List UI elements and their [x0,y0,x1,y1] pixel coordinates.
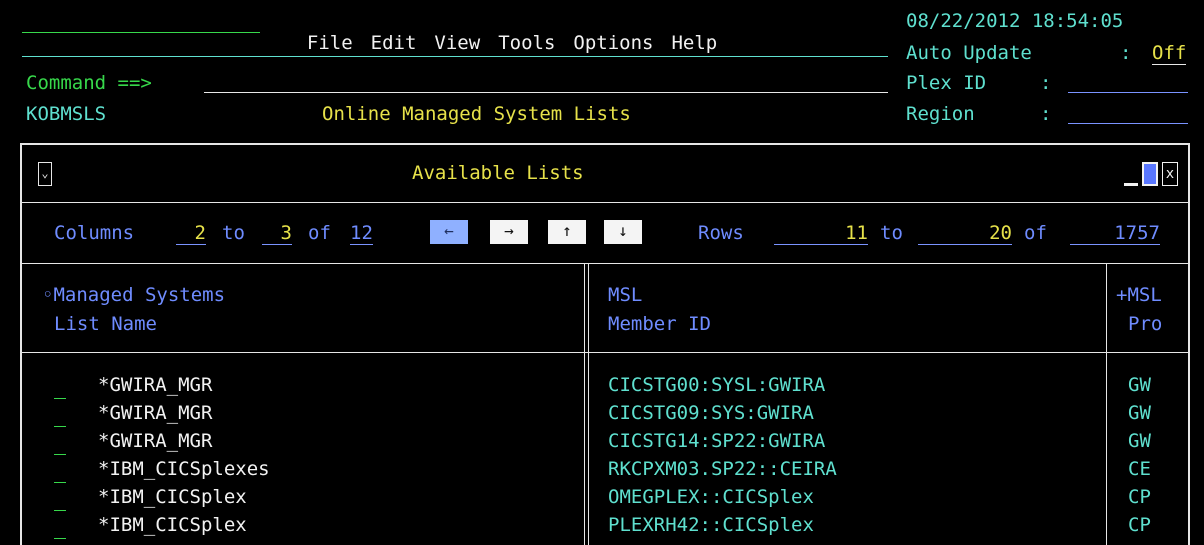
rows-total: 1757 [1070,222,1160,245]
rows-from-input[interactable]: 11 [774,222,868,245]
auto-update-sep: : [1120,42,1132,64]
column-splitter-1b [588,264,589,545]
menu-edit[interactable]: Edit [371,32,417,54]
rows-of-word: of [1024,222,1047,244]
columns-to-input[interactable]: 3 [262,222,292,245]
menu-file[interactable]: File [307,32,353,54]
rows-to-word: to [880,222,903,244]
columns-to-word: to [222,222,245,244]
col-header-member-1: MSL [608,284,643,306]
row-select-field[interactable] [54,518,66,539]
col-header-pro-2: Pro [1128,313,1163,335]
list-name-cell: *GWIRA_MGR [98,374,213,396]
pro-cell: GW [1128,430,1151,452]
columns-from-input[interactable]: 2 [176,222,206,245]
available-lists-window [20,143,1190,545]
maximize-icon[interactable] [1142,162,1158,186]
command-input[interactable] [204,72,888,93]
scroll-up-button[interactable]: ↑ [548,220,586,244]
auto-update-label: Auto Update [906,42,1032,64]
col-header-member-2: Member ID [608,313,711,335]
pro-cell: CP [1128,486,1151,508]
row-select-field[interactable] [54,490,66,511]
pro-cell: CE [1128,458,1151,480]
popup-title: Available Lists [412,162,584,184]
plex-id-input[interactable] [1068,72,1188,93]
menu-help[interactable]: Help [671,32,717,54]
top-left-input[interactable] [22,12,260,33]
plex-id-sep: : [1040,72,1052,94]
close-icon[interactable]: x [1162,162,1178,186]
col-header-list-name-1[interactable]: ◦Managed Systems [42,284,225,306]
list-name-cell: *IBM_CICSplex [98,514,247,536]
row-select-field[interactable] [54,378,66,399]
menu-options[interactable]: Options [573,32,653,54]
page-title: Online Managed System Lists [322,103,631,125]
column-splitter-2[interactable] [1106,264,1107,545]
rows-label: Rows [698,222,744,244]
member-id-cell: PLEXRH42::CICSplex [608,514,814,536]
scroll-down-button[interactable]: ↓ [604,220,642,244]
nav-divider [22,263,1188,264]
menu-separator [22,56,888,57]
plex-id-label: Plex ID [906,72,987,94]
header-divider [22,352,1188,353]
pro-cell: GW [1128,374,1151,396]
menu-tools[interactable]: Tools [498,32,555,54]
col-header-list-name-2: List Name [54,313,157,335]
member-id-cell: CICSTG00:SYSL:GWIRA [608,374,826,396]
menu-view[interactable]: View [434,32,480,54]
command-label: Command ==> [26,72,152,94]
region-input[interactable] [1068,103,1188,124]
panel-id: KOBMSLS [26,103,107,125]
row-select-field[interactable] [54,434,66,455]
member-id-cell: CICSTG14:SP22:GWIRA [608,430,826,452]
minimize-icon[interactable] [1124,164,1138,186]
member-id-cell: OMEGPLEX::CICSplex [608,486,814,508]
auto-update-value[interactable]: Off [1152,42,1187,65]
list-name-cell: *GWIRA_MGR [98,430,213,452]
scroll-left-button[interactable]: ← [430,220,468,244]
region-sep: : [1040,103,1052,125]
pro-cell: GW [1128,402,1151,424]
columns-total: 12 [350,222,373,245]
scroll-right-button[interactable]: → [490,220,528,244]
col-header-pro-1: +MSL [1116,284,1162,306]
menu-bar: File Edit View Tools Options Help [284,10,735,54]
member-id-cell: RKCPXM03.SP22::CEIRA [608,458,837,480]
datetime: 08/22/2012 18:54:05 [906,10,1124,32]
member-id-cell: CICSTG09:SYS:GWIRA [608,402,814,424]
pro-cell: CP [1128,514,1151,536]
title-divider [22,202,1188,203]
list-name-cell: *GWIRA_MGR [98,402,213,424]
column-splitter-1[interactable] [584,264,585,545]
row-select-field[interactable] [54,462,66,483]
list-name-cell: *IBM_CICSplexes [98,458,270,480]
region-label: Region [906,103,975,125]
row-select-field[interactable] [54,406,66,427]
columns-label: Columns [54,222,135,244]
columns-of-word: of [308,222,331,244]
rows-to-input[interactable]: 20 [918,222,1012,245]
list-name-cell: *IBM_CICSplex [98,486,247,508]
dropdown-menu-icon[interactable]: ⌄ [38,162,52,186]
